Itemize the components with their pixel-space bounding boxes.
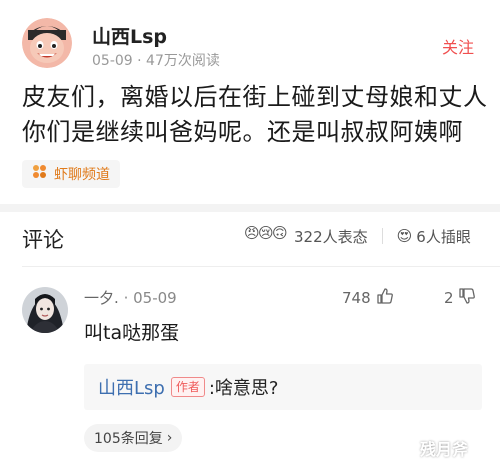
commenter-avatar[interactable] [22,287,68,333]
watermark: 残月斧 [420,440,469,459]
replies-count: 105条回复 [94,431,163,447]
reactions-separator [381,228,383,244]
channel-tag[interactable]: 虾聊频道 [22,160,120,188]
reaction-emojis: 😠 😢 🙃 [244,224,290,248]
comment-date: 05-09 [133,289,177,307]
post-body: 皮友们，离婚以后在街上碰到丈母娘和丈人你们是继续叫爸妈呢。还是叫叔叔阿姨啊 [22,83,488,146]
commenter-meta: 一夕. · 05-09 [84,287,177,308]
heart-eyes-emoji-icon: 😍 [396,227,413,245]
reactions-count: 322人表态 [294,227,368,246]
comments-heading: 评论 [22,228,64,252]
upside-down-emoji-icon: 🙃 [272,224,288,242]
author-avatar[interactable] [22,18,72,68]
post-date: 05-09 [92,53,133,69]
meta-separator: · [137,53,142,69]
post-meta: 05-09 · 47万次阅读 [92,50,220,70]
dislike-count: 2 [444,289,454,307]
channel-label: 虾聊频道 [54,167,110,183]
follow-button[interactable]: 关注 [442,34,474,58]
shrimp-icon [32,164,48,184]
comment-text: 叫ta哒那蛋 [84,322,180,344]
comments-divider [22,266,500,267]
chevron-right-icon: › [166,430,173,446]
reply-preview[interactable]: 山西Lsp 作者 :啥意思? [84,364,482,410]
commenter-name[interactable]: 一夕. [84,289,119,307]
thumbs-up-icon [375,286,395,310]
reply-author[interactable]: 山西Lsp [98,374,165,400]
reply-text: :啥意思? [208,378,279,399]
author-name[interactable]: 山西Lsp [92,22,167,49]
author-badge: 作者 [170,377,205,397]
meta-separator: · [123,289,129,307]
section-divider [0,204,500,212]
view-replies-button[interactable]: 105条回复 › [84,424,183,452]
reactions-bar[interactable]: 😠 😢 🙃 322人表态 😍 6人插眼 [244,224,471,248]
like-count: 748 [342,289,371,307]
like-button[interactable]: 748 [342,286,395,310]
bookmarks-count: 6人插眼 [416,227,471,246]
thumbs-down-icon [457,286,477,310]
dislike-button[interactable]: 2 [444,286,477,310]
post-views: 47万次阅读 [146,53,220,69]
